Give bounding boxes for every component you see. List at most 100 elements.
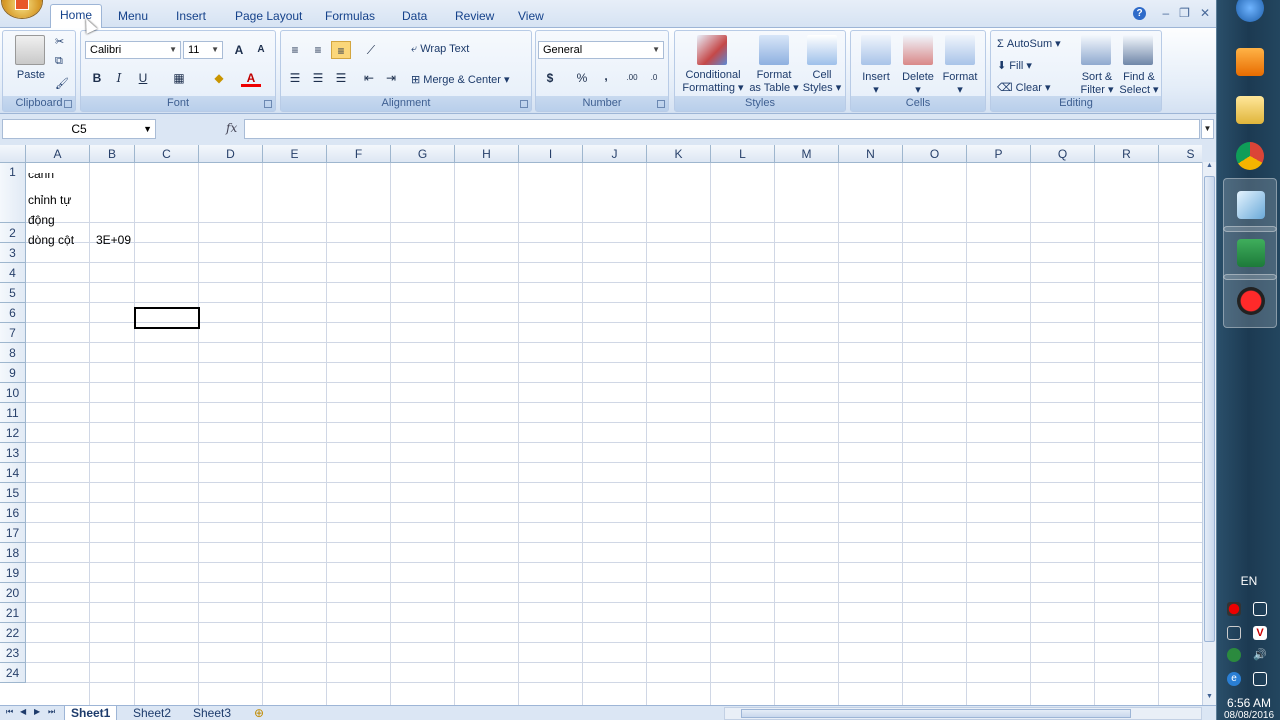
- taskbar-chrome[interactable]: [1223, 130, 1277, 184]
- align-left-icon[interactable]: ☰: [285, 69, 305, 87]
- office-button[interactable]: [2, 0, 42, 18]
- column-header-o[interactable]: O: [903, 145, 967, 163]
- conditional-formatting-button[interactable]: Conditional Formatting ▾: [677, 69, 749, 95]
- start-button[interactable]: [1223, 0, 1277, 32]
- copy-icon[interactable]: ⧉: [55, 55, 63, 68]
- name-box[interactable]: C5 ▼: [2, 119, 156, 139]
- align-center-icon[interactable]: ☰: [308, 69, 328, 87]
- find-select-button[interactable]: Find & Select ▾: [1117, 71, 1161, 97]
- row-header-12[interactable]: 12: [0, 423, 26, 443]
- cell-a2[interactable]: dòng cột: [28, 233, 74, 247]
- clock-date[interactable]: 08/08/2016: [1217, 710, 1280, 721]
- column-header-n[interactable]: N: [839, 145, 903, 163]
- row-header-18[interactable]: 18: [0, 543, 26, 563]
- column-header-c[interactable]: C: [135, 145, 199, 163]
- taskbar-recorder[interactable]: [1223, 274, 1277, 328]
- row-header-1[interactable]: 1: [0, 163, 26, 223]
- e-tray-icon[interactable]: e: [1227, 672, 1241, 686]
- sheet-tab-sheet3[interactable]: Sheet3: [187, 706, 237, 720]
- column-header-i[interactable]: I: [519, 145, 583, 163]
- tab-formulas[interactable]: Formulas: [317, 8, 383, 28]
- cell-b2[interactable]: 3E+09: [96, 233, 131, 247]
- row-header-19[interactable]: 19: [0, 563, 26, 583]
- row-header-16[interactable]: 16: [0, 503, 26, 523]
- column-header-f[interactable]: F: [327, 145, 391, 163]
- column-header-p[interactable]: P: [967, 145, 1031, 163]
- italic-button[interactable]: I: [109, 69, 129, 87]
- format-painter-icon[interactable]: 🖌: [55, 77, 69, 90]
- column-header-l[interactable]: L: [711, 145, 775, 163]
- column-header-d[interactable]: D: [199, 145, 263, 163]
- selected-cell-c5[interactable]: [134, 307, 200, 329]
- bold-button[interactable]: B: [87, 69, 107, 87]
- decrease-decimal-button[interactable]: .0: [644, 69, 664, 87]
- align-bottom-icon[interactable]: ≡: [331, 41, 351, 59]
- taskbar-excel[interactable]: [1223, 226, 1277, 280]
- row-header-23[interactable]: 23: [0, 643, 26, 663]
- monitor-tray-icon[interactable]: [1253, 672, 1267, 686]
- cell-a1-line-0[interactable]: canh: [28, 173, 54, 187]
- column-header-s[interactable]: S: [1159, 145, 1202, 163]
- device-tray-icon[interactable]: [1227, 626, 1241, 640]
- clear-button[interactable]: ⌫ Clear ▾: [997, 81, 1051, 94]
- number-format-combo[interactable]: General ▼: [538, 41, 664, 59]
- row-header-10[interactable]: 10: [0, 383, 26, 403]
- cell-a1-line-1[interactable]: chỉnh tự: [28, 193, 71, 207]
- row-header-8[interactable]: 8: [0, 343, 26, 363]
- align-middle-icon[interactable]: ≡: [308, 41, 328, 59]
- underline-button[interactable]: U: [133, 69, 153, 87]
- increase-decimal-button[interactable]: .00: [622, 69, 642, 87]
- row-header-20[interactable]: 20: [0, 583, 26, 603]
- row-header-11[interactable]: 11: [0, 403, 26, 423]
- row-header-13[interactable]: 13: [0, 443, 26, 463]
- format-cells-button[interactable]: Format ▾: [937, 71, 983, 96]
- currency-button[interactable]: $: [540, 69, 560, 87]
- grow-font-button[interactable]: A: [229, 41, 249, 59]
- tab-data[interactable]: Data: [394, 8, 435, 28]
- column-header-j[interactable]: J: [583, 145, 647, 163]
- clock-time[interactable]: 6:56 AM: [1217, 696, 1280, 710]
- wrap-text-button[interactable]: ⤶ Wrap Text: [411, 43, 469, 56]
- row-header-7[interactable]: 7: [0, 323, 26, 343]
- column-header-k[interactable]: K: [647, 145, 711, 163]
- column-header-q[interactable]: Q: [1031, 145, 1095, 163]
- insert-cells-button[interactable]: Insert ▾: [853, 71, 899, 96]
- row-header-22[interactable]: 22: [0, 623, 26, 643]
- font-launcher-icon[interactable]: [264, 100, 272, 108]
- taskbar-media-player[interactable]: [1223, 36, 1277, 90]
- number-launcher-icon[interactable]: [657, 100, 665, 108]
- row-header-5[interactable]: 5: [0, 283, 26, 303]
- formula-input[interactable]: [244, 119, 1200, 139]
- increase-indent-icon[interactable]: ⇥: [381, 69, 401, 87]
- network-tray-icon[interactable]: [1227, 648, 1241, 662]
- column-header-g[interactable]: G: [391, 145, 455, 163]
- insert-sheet-icon[interactable]: ⊕: [248, 706, 270, 720]
- shrink-font-button[interactable]: A: [251, 41, 271, 59]
- tab-review[interactable]: Review: [447, 8, 502, 28]
- align-top-icon[interactable]: ≡: [285, 41, 305, 59]
- row-header-15[interactable]: 15: [0, 483, 26, 503]
- borders-icon[interactable]: ▦: [169, 69, 189, 87]
- sheet-tab-sheet2[interactable]: Sheet2: [127, 706, 177, 720]
- antivirus-tray-icon[interactable]: V: [1253, 626, 1267, 640]
- horizontal-scroll-thumb[interactable]: [741, 709, 1131, 718]
- autosum-button[interactable]: Σ AutoSum ▾: [997, 37, 1061, 50]
- font-name-combo[interactable]: Calibri ▼: [85, 41, 181, 59]
- last-sheet-icon[interactable]: ⏭: [48, 707, 55, 717]
- column-header-b[interactable]: B: [90, 145, 135, 163]
- fill-color-icon[interactable]: ◆: [209, 69, 229, 87]
- paste-button[interactable]: Paste: [11, 69, 51, 81]
- tab-view[interactable]: View: [510, 8, 552, 28]
- column-header-a[interactable]: A: [26, 145, 90, 163]
- record-tray-icon[interactable]: [1227, 602, 1241, 616]
- font-size-combo[interactable]: 11 ▼: [183, 41, 223, 59]
- clipboard-tray-icon[interactable]: [1253, 602, 1267, 616]
- row-header-9[interactable]: 9: [0, 363, 26, 383]
- first-sheet-icon[interactable]: ⏮: [6, 707, 13, 717]
- row-header-2[interactable]: 2: [0, 223, 26, 243]
- tab-insert[interactable]: Insert: [168, 8, 214, 28]
- orientation-icon[interactable]: ⟋: [361, 41, 381, 59]
- language-indicator[interactable]: EN: [1217, 574, 1280, 588]
- row-header-6[interactable]: 6: [0, 303, 26, 323]
- row-header-14[interactable]: 14: [0, 463, 26, 483]
